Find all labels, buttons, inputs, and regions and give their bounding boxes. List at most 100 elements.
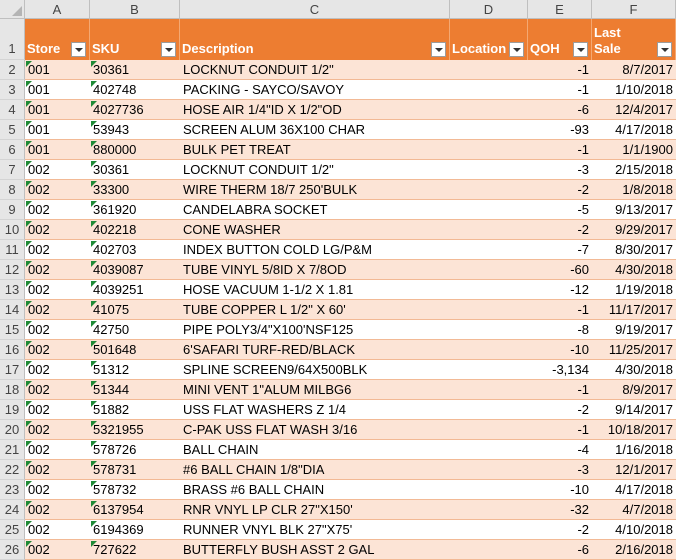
cell-qoh[interactable]: -2 [528,220,592,240]
cell-description[interactable]: BULK PET TREAT [180,140,450,160]
cell-store[interactable]: 002 [25,340,90,360]
cell-sku[interactable]: 402748 [90,80,180,100]
row-header[interactable]: 8 [0,180,25,200]
cell-last-sale[interactable]: 12/4/2017 [592,100,676,120]
cell-location[interactable] [450,540,528,560]
cell-sku[interactable]: 51344 [90,380,180,400]
row-header[interactable]: 6 [0,140,25,160]
cell-qoh[interactable]: -1 [528,300,592,320]
cell-description[interactable]: RUNNER VNYL BLK 27"X75' [180,520,450,540]
cell-qoh[interactable]: -3,134 [528,360,592,380]
cell-location[interactable] [450,440,528,460]
cell-description[interactable]: MINI VENT 1"ALUM MILBG6 [180,380,450,400]
row-header[interactable]: 3 [0,80,25,100]
cell-qoh[interactable]: -93 [528,120,592,140]
cell-qoh[interactable]: -1 [528,380,592,400]
cell-qoh[interactable]: -1 [528,80,592,100]
cell-location[interactable] [450,300,528,320]
cell-location[interactable] [450,120,528,140]
row-header[interactable]: 11 [0,240,25,260]
cell-store[interactable]: 002 [25,480,90,500]
cell-store[interactable]: 002 [25,280,90,300]
row-header[interactable]: 19 [0,400,25,420]
cell-description[interactable]: RNR VNYL LP CLR 27"X150' [180,500,450,520]
row-header[interactable]: 25 [0,520,25,540]
row-header[interactable]: 18 [0,380,25,400]
cell-sku[interactable]: 51882 [90,400,180,420]
cell-location[interactable] [450,500,528,520]
cell-last-sale[interactable]: 4/10/2018 [592,520,676,540]
cell-store[interactable]: 001 [25,100,90,120]
cell-location[interactable] [450,100,528,120]
cell-last-sale[interactable]: 2/15/2018 [592,160,676,180]
cell-qoh[interactable]: -7 [528,240,592,260]
cell-store[interactable]: 002 [25,440,90,460]
cell-description[interactable]: PIPE POLY3/4"X100'NSF125 [180,320,450,340]
cell-description[interactable]: 6'SAFARI TURF-RED/BLACK [180,340,450,360]
cell-location[interactable] [450,380,528,400]
cell-qoh[interactable]: -1 [528,420,592,440]
filter-dropdown-sku[interactable] [161,42,176,57]
cell-location[interactable] [450,520,528,540]
row-header[interactable]: 14 [0,300,25,320]
row-header[interactable]: 2 [0,60,25,80]
cell-sku[interactable]: 42750 [90,320,180,340]
cell-store[interactable]: 002 [25,160,90,180]
row-header[interactable]: 4 [0,100,25,120]
cell-qoh[interactable]: -10 [528,340,592,360]
cell-last-sale[interactable]: 4/17/2018 [592,480,676,500]
row-header[interactable]: 16 [0,340,25,360]
cell-location[interactable] [450,160,528,180]
cell-sku[interactable]: 4027736 [90,100,180,120]
cell-sku[interactable]: 30361 [90,160,180,180]
cell-store[interactable]: 002 [25,200,90,220]
cell-qoh[interactable]: -2 [528,400,592,420]
cell-sku[interactable]: 4039087 [90,260,180,280]
cell-sku[interactable]: 30361 [90,60,180,80]
cell-location[interactable] [450,80,528,100]
cell-qoh[interactable]: -6 [528,540,592,560]
cell-qoh[interactable]: -3 [528,160,592,180]
cell-description[interactable]: LOCKNUT CONDUIT 1/2" [180,160,450,180]
cell-store[interactable]: 002 [25,500,90,520]
cell-store[interactable]: 002 [25,300,90,320]
cell-store[interactable]: 001 [25,120,90,140]
cell-location[interactable] [450,420,528,440]
cell-last-sale[interactable]: 2/16/2018 [592,540,676,560]
cell-description[interactable]: #6 BALL CHAIN 1/8"DIA [180,460,450,480]
cell-store[interactable]: 002 [25,520,90,540]
cell-description[interactable]: INDEX BUTTON COLD LG/P&M [180,240,450,260]
cell-qoh[interactable]: -1 [528,140,592,160]
cell-location[interactable] [450,240,528,260]
cell-location[interactable] [450,60,528,80]
cell-sku[interactable]: 5321955 [90,420,180,440]
cell-description[interactable]: SPLINE SCREEN9/64X500BLK [180,360,450,380]
cell-qoh[interactable]: -32 [528,500,592,520]
row-header[interactable]: 15 [0,320,25,340]
column-header-e[interactable]: E [528,0,592,19]
row-header[interactable]: 5 [0,120,25,140]
column-header-a[interactable]: A [25,0,90,19]
cell-store[interactable]: 002 [25,360,90,380]
cell-store[interactable]: 001 [25,80,90,100]
row-header[interactable]: 10 [0,220,25,240]
cell-location[interactable] [450,360,528,380]
cell-last-sale[interactable]: 1/19/2018 [592,280,676,300]
filter-dropdown-last-sale[interactable] [657,42,672,57]
cell-sku[interactable]: 501648 [90,340,180,360]
column-header-c[interactable]: C [180,0,450,19]
cell-qoh[interactable]: -6 [528,100,592,120]
row-header[interactable]: 22 [0,460,25,480]
cell-store[interactable]: 002 [25,220,90,240]
cell-sku[interactable]: 880000 [90,140,180,160]
cell-description[interactable]: BALL CHAIN [180,440,450,460]
cell-last-sale[interactable]: 9/29/2017 [592,220,676,240]
row-header[interactable]: 17 [0,360,25,380]
cell-sku[interactable]: 41075 [90,300,180,320]
row-header[interactable]: 7 [0,160,25,180]
filter-dropdown-store[interactable] [71,42,86,57]
cell-location[interactable] [450,180,528,200]
cell-store[interactable]: 002 [25,180,90,200]
cell-last-sale[interactable]: 10/18/2017 [592,420,676,440]
cell-description[interactable]: LOCKNUT CONDUIT 1/2" [180,60,450,80]
